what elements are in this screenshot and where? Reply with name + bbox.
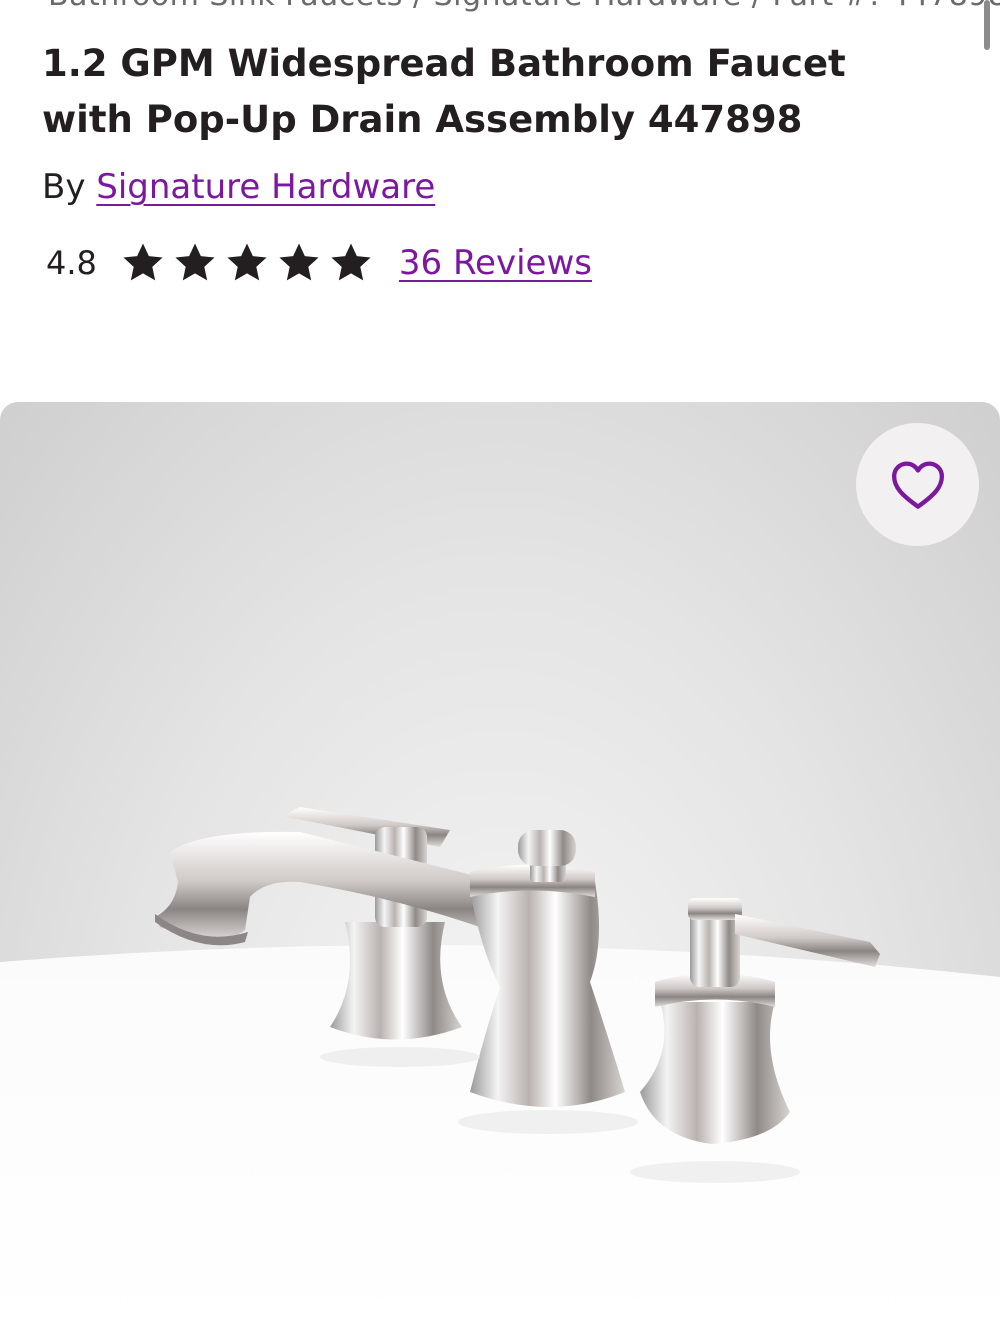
breadcrumb: Bathroom Sink Faucets / Signature Hardwa… xyxy=(0,0,1000,24)
brand-link[interactable]: Signature Hardware xyxy=(96,167,435,207)
reviews-link[interactable]: 36 Reviews xyxy=(399,243,592,283)
rating-row: 4.8 36 Reviews xyxy=(46,238,592,288)
rating-value: 4.8 xyxy=(46,244,97,282)
star-icon xyxy=(227,243,267,281)
breadcrumb-text: Bathroom Sink Faucets / Signature Hardwa… xyxy=(48,0,1000,13)
favorite-button[interactable] xyxy=(856,423,979,546)
faucet-illustration xyxy=(0,807,1000,1333)
star-icon xyxy=(331,243,371,281)
star-icon xyxy=(279,243,319,281)
product-image[interactable] xyxy=(0,402,1000,1333)
brand-byline: By Signature Hardware xyxy=(42,165,435,209)
star-rating xyxy=(119,240,375,286)
scrollbar[interactable] xyxy=(984,0,990,50)
heart-icon xyxy=(891,460,944,509)
product-title: 1.2 GPM Widespread Bathroom Faucet with … xyxy=(42,42,846,141)
star-icon xyxy=(123,243,163,281)
by-label: By xyxy=(42,167,86,207)
star-icon xyxy=(175,243,215,281)
